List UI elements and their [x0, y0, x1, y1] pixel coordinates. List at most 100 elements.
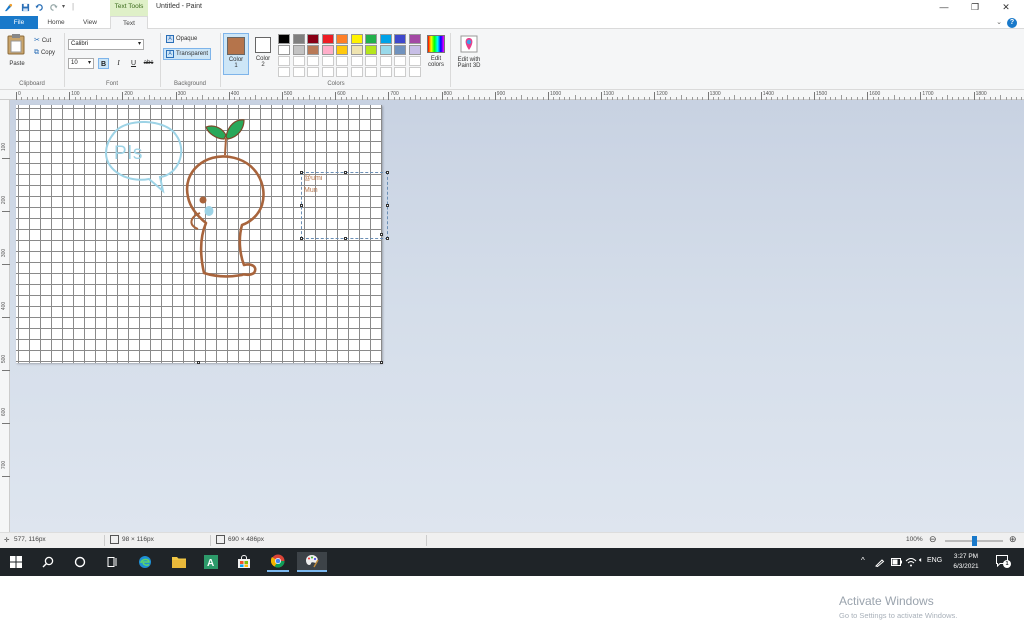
palette-swatch[interactable] [292, 34, 305, 44]
cut-button[interactable]: ✂ Cut [34, 36, 51, 44]
color1-button[interactable]: Color 1 [223, 33, 249, 75]
custom-color-slot[interactable] [408, 67, 421, 77]
copy-button[interactable]: ⧉ Copy [34, 49, 55, 57]
resize-handle-s[interactable] [344, 237, 347, 240]
taskbar-app-a[interactable]: A [200, 552, 222, 572]
chevron-up-icon[interactable]: ^ [861, 556, 865, 565]
clock[interactable]: 3:27 PM 6/3/2021 [950, 552, 982, 572]
custom-color-slot[interactable] [394, 56, 406, 66]
resize-handle-se[interactable] [386, 237, 389, 240]
palette-swatch[interactable] [394, 34, 406, 44]
close-button[interactable]: ✕ [996, 1, 1016, 14]
palette-swatch[interactable] [307, 34, 319, 44]
tab-file[interactable]: File [0, 16, 38, 29]
palette-swatch[interactable] [292, 45, 305, 55]
custom-color-slot[interactable] [379, 56, 392, 66]
underline-button[interactable]: U [128, 58, 139, 69]
opaque-button[interactable]: A Opaque [164, 35, 199, 45]
resize-handle-ne[interactable] [386, 171, 389, 174]
wifi-icon[interactable] [905, 557, 917, 567]
minimize-button[interactable]: — [934, 1, 954, 14]
custom-color-slot[interactable] [336, 67, 348, 77]
custom-color-slot[interactable] [379, 67, 392, 77]
taskbar-edge[interactable] [134, 552, 156, 572]
taskbar-paint[interactable] [297, 552, 327, 572]
action-center-button[interactable]: 1 [996, 555, 1011, 568]
paste-button[interactable]: Paste [6, 33, 28, 71]
restore-button[interactable]: ❐ [965, 1, 985, 14]
tab-view[interactable]: View [74, 16, 106, 29]
color2-button[interactable]: Color 2 [251, 33, 275, 75]
custom-color-slot[interactable] [365, 67, 377, 77]
transparent-button[interactable]: A Transparent [163, 48, 212, 60]
start-button[interactable] [5, 552, 27, 572]
zoom-slider-thumb[interactable] [971, 536, 977, 546]
custom-color-slot[interactable] [278, 67, 290, 77]
palette-swatch[interactable] [278, 45, 290, 55]
font-family-select[interactable]: Calibri ▾ [68, 39, 144, 50]
palette-swatch[interactable] [379, 34, 392, 44]
custom-color-slot[interactable] [278, 56, 290, 66]
resize-handle-nw[interactable] [300, 171, 303, 174]
palette-swatch[interactable] [350, 34, 363, 44]
save-icon[interactable] [21, 3, 30, 12]
custom-color-slot[interactable] [365, 56, 377, 66]
palette-swatch[interactable] [365, 45, 377, 55]
drawing-canvas[interactable]: Pls @umi Mun [16, 105, 389, 364]
tab-text[interactable]: Text [110, 16, 148, 29]
palette-swatch[interactable] [379, 45, 392, 55]
palette-swatch[interactable] [336, 34, 348, 44]
palette-swatch[interactable] [394, 45, 406, 55]
taskbar-store[interactable] [233, 552, 255, 572]
search-button[interactable] [37, 552, 59, 572]
custom-color-slot[interactable] [292, 67, 305, 77]
edit-colors-button[interactable]: Edit colors [424, 33, 448, 77]
resize-handle-n[interactable] [344, 171, 347, 174]
palette-swatch[interactable] [408, 34, 421, 44]
custom-color-slot[interactable] [307, 67, 319, 77]
font-size-select[interactable]: 10 ▾ [68, 58, 94, 69]
resize-handle-e[interactable] [386, 204, 389, 207]
text-box-selection[interactable]: @umi Mun [300, 171, 389, 240]
palette-swatch[interactable] [278, 34, 290, 44]
zoom-out-button[interactable]: ⊖ [929, 534, 937, 545]
palette-swatch[interactable] [307, 45, 319, 55]
input-language[interactable]: ENG [927, 557, 942, 564]
canvas-resize-handle-se[interactable] [380, 361, 383, 364]
qat-dropdown-icon[interactable]: ▾ [62, 3, 65, 10]
tab-home[interactable]: Home [40, 16, 72, 29]
palette-swatch[interactable] [408, 45, 421, 55]
canvas-resize-handle-s[interactable] [197, 361, 200, 364]
palette-swatch[interactable] [365, 34, 377, 44]
taskbar-chrome[interactable] [267, 552, 289, 572]
redo-icon[interactable] [49, 3, 58, 12]
undo-icon[interactable] [35, 3, 44, 12]
resize-handle-sw[interactable] [300, 237, 303, 240]
battery-icon[interactable] [891, 558, 902, 566]
custom-color-slot[interactable] [321, 67, 334, 77]
cortana-button[interactable] [69, 552, 91, 572]
palette-swatch[interactable] [350, 45, 363, 55]
custom-color-slot[interactable] [350, 67, 363, 77]
palette-swatch[interactable] [321, 34, 334, 44]
custom-color-slot[interactable] [336, 56, 348, 66]
italic-button[interactable]: I [113, 58, 124, 69]
volume-icon[interactable]: 🔈︎ [919, 557, 923, 565]
chevron-down-icon[interactable]: ⌄ [996, 18, 1002, 26]
custom-color-slot[interactable] [408, 56, 421, 66]
taskbar-file-explorer[interactable] [168, 552, 190, 572]
canvas-resize-handle-e[interactable] [380, 233, 383, 236]
pen-workspace-icon[interactable] [875, 558, 885, 567]
bold-button[interactable]: B [98, 58, 109, 69]
custom-color-slot[interactable] [292, 56, 305, 66]
task-view-button[interactable] [101, 552, 123, 572]
custom-color-slot[interactable] [394, 67, 406, 77]
edit-with-paint3d-button[interactable]: Edit with Paint 3D [453, 33, 485, 77]
custom-color-slot[interactable] [350, 56, 363, 66]
strikethrough-button[interactable]: abc [143, 58, 154, 69]
help-icon[interactable]: ? [1007, 18, 1017, 28]
palette-swatch[interactable] [321, 45, 334, 55]
palette-swatch[interactable] [336, 45, 348, 55]
custom-color-slot[interactable] [307, 56, 319, 66]
resize-handle-w[interactable] [300, 204, 303, 207]
